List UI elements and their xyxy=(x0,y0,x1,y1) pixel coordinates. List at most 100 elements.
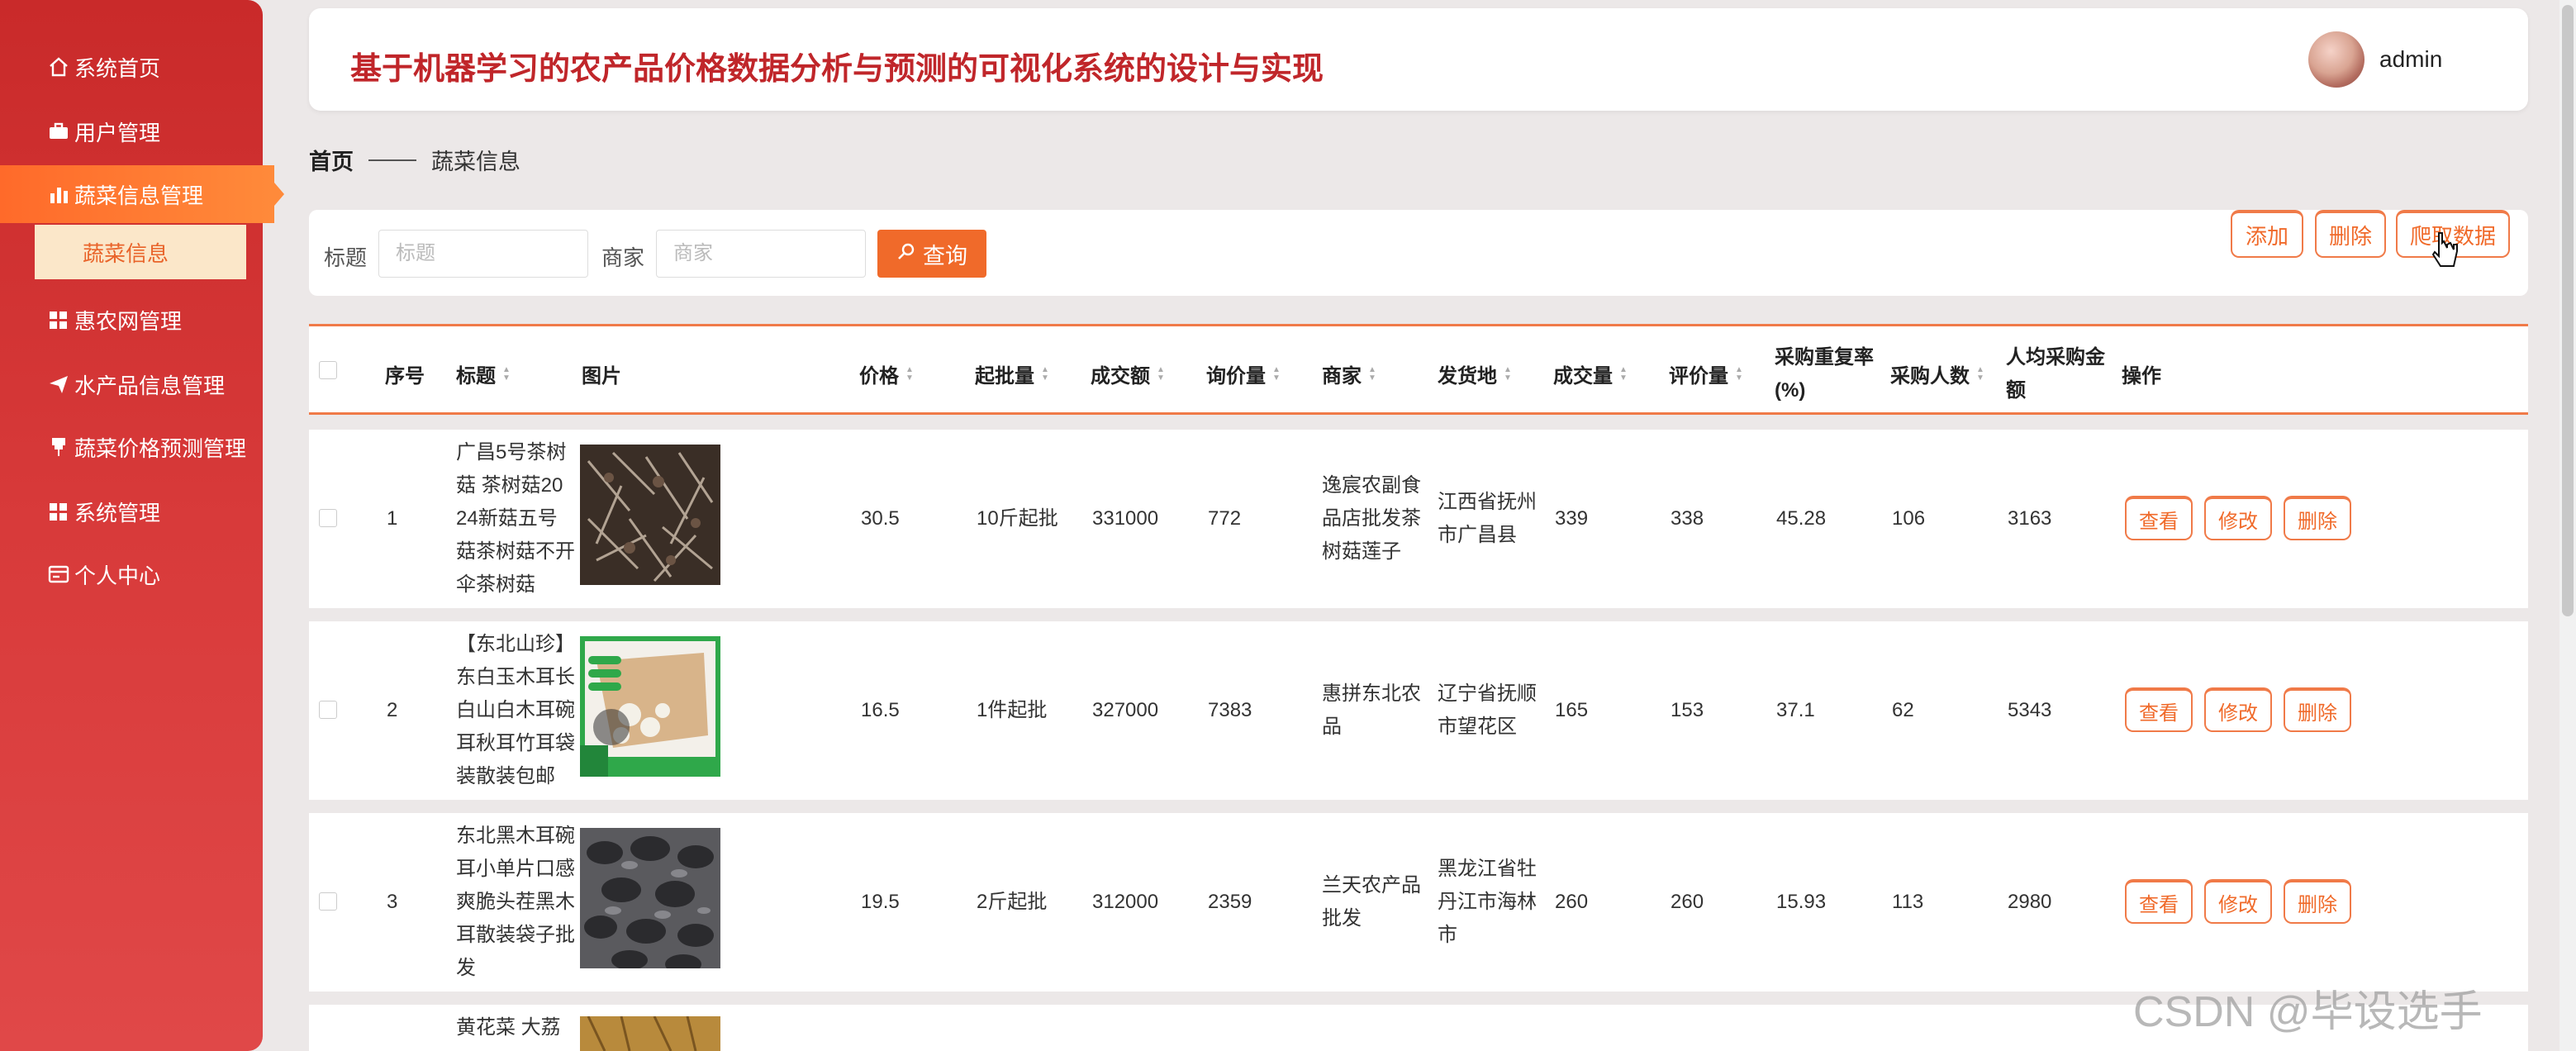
delete-button[interactable]: 删除 xyxy=(2284,687,2351,732)
sort-icon[interactable]: ▲ ▼ xyxy=(1976,365,1984,383)
col-repeat-rate-label: 采购重复率 xyxy=(1775,346,1874,369)
sidebar-item-profile[interactable]: 个人中心 xyxy=(0,545,263,603)
row-title-line: 东北黑木耳碗 xyxy=(456,825,575,847)
edit-button[interactable]: 修改 xyxy=(2204,496,2272,540)
merchant-filter-label: 商家 xyxy=(601,245,645,270)
sort-icon[interactable]: ▲ ▼ xyxy=(1157,365,1165,383)
row-origin: 黑龙江省牡 丹江市海林 市 xyxy=(1438,853,1550,952)
row-avg-amount: 3163 xyxy=(2008,507,2052,530)
sidebar-item-label: 蔬菜信息管理 xyxy=(74,183,204,208)
col-price[interactable]: 价格 ▲ ▼ xyxy=(859,359,914,388)
query-button[interactable]: 查询 xyxy=(877,230,986,278)
row-title-line: 东白玉木耳长 xyxy=(456,666,575,688)
row-title-line: 【东北山珍】 xyxy=(456,633,575,655)
col-title[interactable]: 标题 ▲ ▼ xyxy=(456,359,511,388)
col-inquiries[interactable]: 询价量 ▲ ▼ xyxy=(1206,359,1281,388)
bar-chart-icon xyxy=(46,182,71,207)
row-checkbox[interactable] xyxy=(319,509,337,527)
col-actions: 操作 xyxy=(2122,365,2161,388)
home-icon xyxy=(46,55,71,79)
row-title: 广昌5号茶树 菇 茶树菇20 24新菇五号 菇茶树菇不开 伞茶树菇 xyxy=(456,436,580,602)
row-price: 19.5 xyxy=(861,891,900,913)
col-avg-amount-label-2: 额 xyxy=(2006,379,2026,402)
row-merchant-line: 兰天农产品 xyxy=(1322,874,1421,896)
breadcrumb-current: 蔬菜信息 xyxy=(431,150,520,174)
avatar[interactable] xyxy=(2308,31,2365,88)
row-inquiries: 772 xyxy=(1208,507,1242,530)
sidebar-item-label: 个人中心 xyxy=(74,563,161,588)
row-merchant: 惠拼东北农 品 xyxy=(1322,678,1434,744)
row-price: 30.5 xyxy=(861,507,900,530)
sidebar-item-label: 蔬菜价格预测管理 xyxy=(74,435,247,461)
sidebar-item-huinong[interactable]: 惠农网管理 xyxy=(0,291,263,349)
row-turnover: 312000 xyxy=(1092,891,1159,913)
row-volume: 165 xyxy=(1555,699,1589,721)
row-avg-amount: 5343 xyxy=(2008,699,2052,721)
username[interactable]: admin xyxy=(2379,46,2442,73)
col-volume[interactable]: 成交量 ▲ ▼ xyxy=(1553,359,1628,388)
sidebar-item-aquatic[interactable]: 水产品信息管理 xyxy=(0,355,263,413)
top-header: 基于机器学习的农产品价格数据分析与预测的可视化系统的设计与实现 admin xyxy=(309,8,2528,111)
sort-icon[interactable]: ▲ ▼ xyxy=(1619,365,1628,383)
row-title-line: 菇茶树菇不开 xyxy=(456,540,575,563)
select-all-checkbox[interactable] xyxy=(319,361,337,379)
row-title-line: 发 xyxy=(456,957,476,979)
sort-icon[interactable]: ▲ ▼ xyxy=(1368,365,1376,383)
view-button[interactable]: 查看 xyxy=(2125,879,2193,924)
sidebar-item-home[interactable]: 系统首页 xyxy=(0,38,263,96)
col-inquiries-label: 询价量 xyxy=(1206,365,1266,388)
delete-button[interactable]: 删除 xyxy=(2284,879,2351,924)
sidebar-item-users[interactable]: 用户管理 xyxy=(0,102,263,160)
add-button[interactable]: 添加 xyxy=(2231,210,2303,258)
row-merchant-line: 品 xyxy=(1322,716,1342,738)
merchant-filter-input[interactable] xyxy=(656,230,866,278)
sidebar: 系统首页 用户管理 蔬菜信息管理 蔬菜信息 惠农网管理 水产品信息管理 蔬菜价格… xyxy=(0,0,284,1051)
edit-button[interactable]: 修改 xyxy=(2204,879,2272,924)
view-button[interactable]: 查看 xyxy=(2125,496,2193,540)
scrollbar-thumb[interactable] xyxy=(2562,5,2574,616)
col-reviews-label: 评价量 xyxy=(1669,365,1728,388)
row-title-line: 伞茶树菇 xyxy=(456,573,535,596)
edit-button[interactable]: 修改 xyxy=(2204,687,2272,732)
row-origin-line: 市 xyxy=(1438,924,1457,946)
row-merchant-line: 品店批发茶 xyxy=(1322,507,1421,530)
row-origin-line: 丹江市海林 xyxy=(1438,891,1537,913)
row-title-line: 耳散装袋子批 xyxy=(456,924,575,946)
row-avg-amount: 2980 xyxy=(2008,891,2052,913)
sort-icon[interactable]: ▲ ▼ xyxy=(1272,365,1281,383)
row-min-batch: 2斤起批 xyxy=(977,891,1048,913)
row-title-line: 爽脆头茬黑木 xyxy=(456,891,575,913)
breadcrumb-home[interactable]: 首页 xyxy=(309,144,354,176)
title-filter-input[interactable] xyxy=(378,230,588,278)
sort-icon[interactable]: ▲ ▼ xyxy=(905,365,914,383)
row-volume: 339 xyxy=(1555,507,1589,530)
mouse-cursor-icon xyxy=(2431,231,2460,280)
row-merchant-line: 惠拼东北农 xyxy=(1322,682,1421,705)
sort-icon[interactable]: ▲ ▼ xyxy=(502,365,511,383)
col-turnover[interactable]: 成交额 ▲ ▼ xyxy=(1091,359,1165,388)
col-origin[interactable]: 发货地 ▲ ▼ xyxy=(1438,359,1512,388)
batch-delete-button[interactable]: 删除 xyxy=(2315,210,2386,258)
row-checkbox[interactable] xyxy=(319,701,337,719)
sort-icon[interactable]: ▲ ▼ xyxy=(1504,365,1512,383)
col-reviews[interactable]: 评价量 ▲ ▼ xyxy=(1669,359,1743,388)
col-merchant[interactable]: 商家 ▲ ▼ xyxy=(1322,359,1376,388)
sort-icon[interactable]: ▲ ▼ xyxy=(1041,365,1049,383)
pin-icon xyxy=(46,435,71,459)
row-reviews: 338 xyxy=(1671,507,1704,530)
row-buyers: 113 xyxy=(1892,891,1924,913)
sidebar-item-vegetables[interactable]: 蔬菜信息管理 xyxy=(0,165,284,223)
sidebar-item-price-forecast[interactable]: 蔬菜价格预测管理 xyxy=(0,418,263,476)
view-button[interactable]: 查看 xyxy=(2125,687,2193,732)
row-origin-line: 江西省抚州 xyxy=(1438,491,1537,513)
col-min-batch[interactable]: 起批量 ▲ ▼ xyxy=(975,359,1049,388)
delete-button[interactable]: 删除 xyxy=(2284,496,2351,540)
sidebar-item-system[interactable]: 系统管理 xyxy=(0,483,263,540)
sidebar-subitem-vegetable-info[interactable]: 蔬菜信息 xyxy=(35,225,246,279)
row-merchant: 兰天农产品 批发 xyxy=(1322,869,1434,935)
col-buyers[interactable]: 采购人数 ▲ ▼ xyxy=(1890,359,1984,388)
row-title-line: 白山白木耳碗 xyxy=(456,699,575,721)
sort-icon[interactable]: ▲ ▼ xyxy=(1735,365,1743,383)
row-origin: 江西省抚州 市广昌县 xyxy=(1438,486,1550,552)
row-checkbox[interactable] xyxy=(319,892,337,911)
